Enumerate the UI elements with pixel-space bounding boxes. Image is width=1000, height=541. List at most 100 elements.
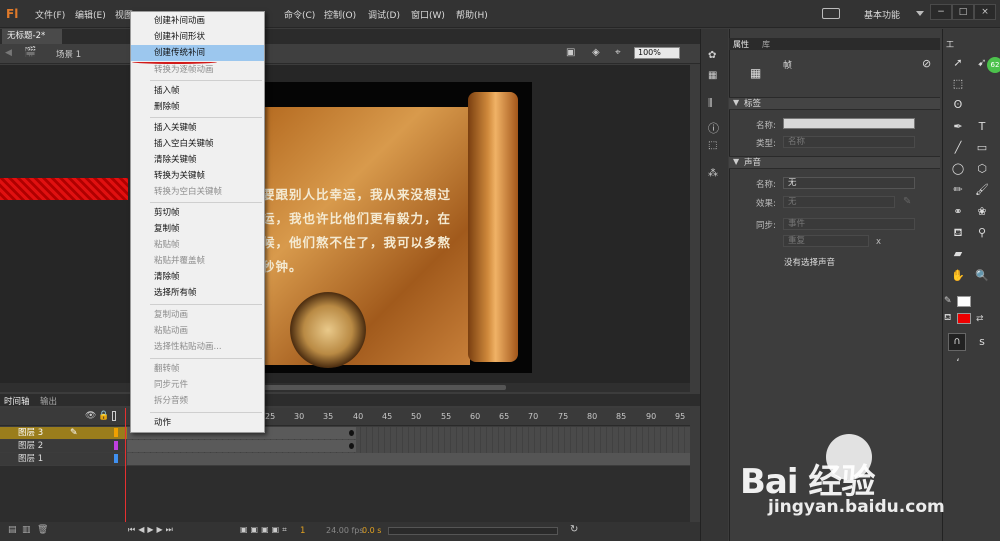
playhead[interactable]	[125, 408, 126, 522]
onion-skin-icon[interactable]: ▣▣▣▣⌗	[240, 525, 290, 535]
current-frame[interactable]: 1	[300, 526, 305, 536]
color-wheel-icon[interactable]: ✿	[708, 50, 716, 61]
menu-item-convert-to-frame-by-frame[interactable]: 转换为逐帧动画	[131, 62, 264, 78]
label-section-header[interactable]: 标签	[729, 97, 940, 110]
menu-item-actions[interactable]: 动作	[131, 415, 264, 431]
lasso-tool-icon[interactable]: ʘ	[950, 97, 966, 113]
help-icon[interactable]: ⊘	[922, 57, 931, 70]
playback-controls-icon[interactable]: ⏮◀▶▶⏭	[128, 525, 176, 535]
menu-item-create-classic-tween[interactable]: 创建传统补间	[131, 45, 264, 61]
rectangle-tool-icon[interactable]: ▭	[974, 140, 990, 156]
layer-color-icon[interactable]	[114, 441, 118, 450]
sync-settings-icon[interactable]	[822, 8, 840, 19]
menu-control[interactable]: 控制(O)	[324, 8, 356, 21]
outline-icon[interactable]	[112, 411, 116, 421]
chevron-down-icon[interactable]: ▼	[733, 157, 739, 166]
trash-icon[interactable]: 🗑	[37, 525, 48, 535]
menu-debug[interactable]: 调试(D)	[368, 8, 400, 21]
menu-item-paste-motion[interactable]: 粘贴动画	[131, 323, 264, 339]
menu-edit[interactable]: 编辑(E)	[75, 8, 106, 21]
tab-output[interactable]: 输出	[40, 395, 57, 407]
menu-item-paste-frames[interactable]: 粘贴帧	[131, 237, 264, 253]
scrollbar-thumb[interactable]	[260, 385, 506, 390]
back-arrow-icon[interactable]: ◀	[5, 48, 12, 58]
scroll-roll-image[interactable]	[468, 92, 518, 362]
edit-pencil-icon[interactable]: ✎	[903, 196, 911, 207]
keyframe-dot[interactable]	[349, 443, 354, 449]
menu-item-create-shape-tween[interactable]: 创建补间形状	[131, 29, 264, 45]
swatches-icon[interactable]: ▦	[708, 70, 717, 81]
menu-item-convert-to-blank-keyframe[interactable]: 转换为空白关键帧	[131, 184, 264, 200]
layer-row[interactable]: 图层 2	[0, 440, 127, 452]
bone-tool-icon[interactable]: ⚭	[950, 204, 966, 220]
eye-icon[interactable]: 👁	[85, 411, 96, 421]
layer-color-icon[interactable]	[114, 454, 118, 463]
oval-tool-icon[interactable]: ◯	[950, 161, 966, 177]
tab-timeline[interactable]: 时间轴	[4, 395, 30, 407]
selection-tool-icon[interactable]: ➚	[950, 55, 966, 71]
new-folder-icon[interactable]: ▥	[22, 525, 31, 535]
sound-name-select[interactable]: 无	[783, 177, 915, 189]
menu-item-reverse-frames[interactable]: 翻转帧	[131, 361, 264, 377]
menu-item-copy-frames[interactable]: 复制帧	[131, 221, 264, 237]
menu-item-insert-keyframe[interactable]: 插入关键帧	[131, 120, 264, 136]
timeline-scrollbar[interactable]	[388, 527, 558, 535]
new-layer-icon[interactable]: ▤	[8, 525, 17, 535]
brush-tool-icon[interactable]: 🖌	[974, 182, 990, 198]
name-input[interactable]	[783, 118, 915, 129]
poem-line-2[interactable]: 运，我也许比他们更有毅力，在	[262, 208, 451, 227]
menu-item-paste-and-overwrite-frames[interactable]: 粘贴并覆盖帧	[131, 253, 264, 269]
stroke-color-swatch[interactable]	[957, 296, 971, 307]
chevron-down-icon[interactable]	[916, 11, 924, 16]
frame-rate[interactable]: 24.00 fps	[326, 526, 364, 535]
minimize-button[interactable]: −	[930, 4, 952, 20]
maximize-button[interactable]: □	[952, 4, 974, 20]
layer-color-icon[interactable]	[114, 428, 118, 437]
frame-span-layer-2[interactable]	[127, 440, 356, 452]
sync-select[interactable]: 事件	[783, 218, 915, 230]
notification-badge[interactable]: 62	[987, 57, 1000, 73]
menu-item-synchronize-symbols[interactable]: 同步元件	[131, 377, 264, 393]
menu-help[interactable]: 帮助(H)	[456, 8, 488, 21]
transform-icon[interactable]: ⬚	[708, 140, 717, 151]
layer-row[interactable]: 图层 3	[0, 427, 127, 439]
straighten-icon[interactable]: ʻ	[950, 355, 966, 371]
swap-colors-icon[interactable]: ⇄	[976, 314, 984, 324]
compass-image[interactable]	[290, 292, 366, 368]
tab-properties[interactable]: 属性	[733, 39, 749, 50]
close-button[interactable]: ×	[974, 4, 996, 20]
eraser-tool-icon[interactable]: ▰	[950, 246, 966, 262]
type-select[interactable]: 名称	[783, 136, 915, 148]
menu-item-clear-frames[interactable]: 清除帧	[131, 269, 264, 285]
text-tool-icon[interactable]: T	[974, 119, 990, 135]
menu-item-cut-frames[interactable]: 剪切帧	[131, 205, 264, 221]
polystar-tool-icon[interactable]: ⬡	[974, 161, 990, 177]
menu-item-remove-frames[interactable]: 删除帧	[131, 99, 264, 115]
pen-tool-icon[interactable]: ✒	[950, 119, 966, 135]
scene-label[interactable]: 场景 1	[56, 48, 81, 60]
chevron-down-icon[interactable]: ▼	[733, 98, 739, 107]
menu-item-create-motion-tween[interactable]: 创建补间动画	[131, 13, 264, 29]
repeat-select[interactable]: 重复	[783, 235, 869, 247]
components-icon[interactable]: ⁂	[708, 168, 718, 179]
menu-item-split-audio[interactable]: 拆分音频	[131, 393, 264, 409]
eyedropper-tool-icon[interactable]: ⚲	[974, 225, 990, 241]
poem-line-1[interactable]: 要跟别人比幸运，我从来没想过	[262, 184, 451, 203]
document-tab[interactable]: 无标题-2*	[2, 29, 62, 44]
pencil-tool-icon[interactable]: ✏	[950, 182, 966, 198]
align-icon[interactable]: ⫼	[708, 98, 713, 109]
menu-item-insert-blank-keyframe[interactable]: 插入空白关键帧	[131, 136, 264, 152]
menu-window[interactable]: 窗口(W)	[411, 8, 445, 21]
poem-line-4[interactable]: 秒钟。	[262, 256, 303, 275]
menu-item-paste-motion-special[interactable]: 选择性粘贴动画...	[131, 339, 264, 355]
menu-commands[interactable]: 命令(C)	[284, 8, 315, 21]
sound-section-header[interactable]: 声音	[729, 156, 940, 169]
fill-color-swatch[interactable]	[957, 313, 971, 324]
free-transform-tool-icon[interactable]: ⬚	[950, 76, 966, 92]
menu-item-convert-to-keyframe[interactable]: 转换为关键帧	[131, 168, 264, 184]
menu-item-copy-motion[interactable]: 复制动画	[131, 307, 264, 323]
zoom-tool-icon[interactable]: 🔍	[974, 268, 990, 284]
smooth-icon[interactable]: ꜱ	[974, 334, 990, 350]
pencil-icon[interactable]: ✎	[70, 428, 78, 438]
center-stage-icon[interactable]: ⌖	[615, 47, 621, 58]
